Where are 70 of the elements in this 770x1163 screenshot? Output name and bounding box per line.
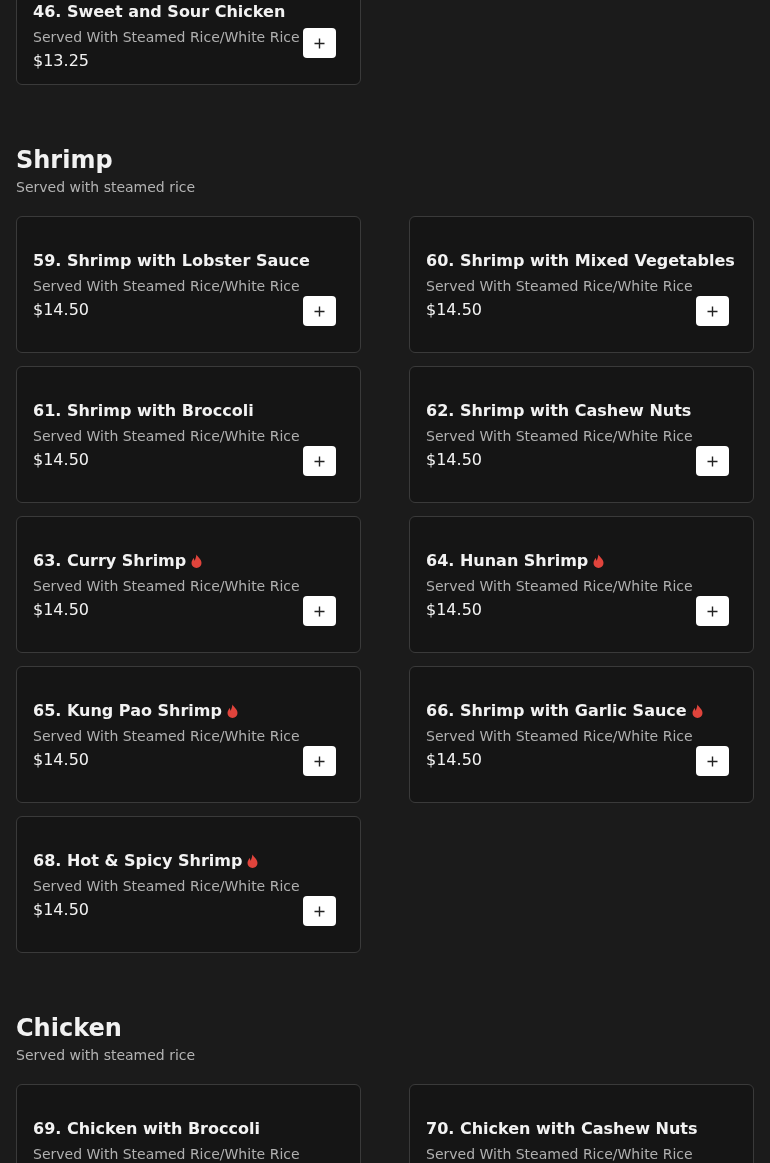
item-name: 60. Shrimp with Mixed Vegetables [426,251,735,271]
plus-icon [314,37,325,49]
section-title: Chicken [16,1013,123,1043]
add-button[interactable] [303,446,336,476]
item-description: Served With Steamed Rice/White Rice [426,1145,693,1163]
item-name: 64. Hunan Shrimp [426,551,589,571]
item-description: Served With Steamed Rice/White Rice [426,427,693,446]
plus-icon [707,305,718,317]
item-name: 63. Curry Shrimp [33,551,187,571]
add-button[interactable] [303,896,336,926]
add-button[interactable] [303,596,336,626]
plus-icon [707,755,718,767]
add-button[interactable] [696,446,729,476]
menu-item-card[interactable]: 63. Curry Shrimp Served With Steamed Rice/White Rice $14.50 [16,516,361,653]
menu-item-card[interactable]: 66. Shrimp with Garlic Sauce Served With Steamed Rice/White Rice $14.50 [409,666,754,803]
item-name: 68. Hot & Spicy Shrimp [33,851,243,871]
item-price: $14.50 [426,599,482,621]
item-name: 62. Shrimp with Cashew Nuts [426,401,692,421]
item-price: $14.50 [33,299,89,321]
item-description: Served With Steamed Rice/White Rice [426,277,693,296]
menu-item-card[interactable]: 64. Hunan Shrimp Served With Steamed Rice/White Rice $14.50 [409,516,754,653]
add-button[interactable] [303,28,336,58]
plus-icon [707,455,718,467]
item-price: $13.25 [33,50,89,72]
plus-icon [314,605,325,617]
item-description: Served With Steamed Rice/White Rice [33,877,300,896]
menu-item-card[interactable]: 68. Hot & Spicy Shrimp Served With Steamed Rice/White Rice $14.50 [16,816,361,953]
item-description: Served With Steamed Rice/White Rice [33,277,300,296]
menu-item-card[interactable]: 65. Kung Pao Shrimp Served With Steamed Rice/White Rice $14.50 [16,666,361,803]
item-description: Served With Steamed Rice/White Rice [426,727,693,746]
menu-item-card[interactable]: 61. Shrimp with Broccoli Served With Steamed Rice/White Rice $14.50 [16,366,361,503]
item-price: $14.50 [426,449,482,471]
item-name: 65. Kung Pao Shrimp [33,701,222,721]
item-price: $14.50 [33,899,89,921]
item-price: $14.50 [33,749,89,771]
menu-item-card[interactable]: 59. Shrimp with Lobster Sauce Served With Steamed Rice/White Rice $14.50 [16,216,361,353]
menu-item-card[interactable]: 46. Sweet and Sour Chicken Served With Steamed Rice/White Rice $13.25 [16,0,361,85]
item-description: Served With Steamed Rice/White Rice [33,1145,300,1163]
plus-icon [314,305,325,317]
item-description: Served With Steamed Rice/White Rice [33,727,300,746]
item-name: 61. Shrimp with Broccoli [33,401,254,421]
item-price: $14.50 [426,749,482,771]
plus-icon [314,755,325,767]
add-button[interactable] [303,296,336,326]
menu-item-card[interactable]: 70. Chicken with Cashew Nuts Served With Steamed Rice/White Rice [409,1084,754,1163]
plus-icon [707,605,718,617]
section-subtitle: Served with steamed rice [16,178,197,197]
menu-item-card[interactable]: 62. Shrimp with Cashew Nuts Served With Steamed Rice/White Rice $14.50 [409,366,754,503]
item-price: $14.50 [33,449,89,471]
item-price: $14.50 [426,299,482,321]
item-name: 70. Chicken with Cashew Nuts [426,1119,698,1139]
item-name: 66. Shrimp with Garlic Sauce [426,701,687,721]
add-button[interactable] [696,296,729,326]
section-title: Shrimp [16,145,114,175]
add-button[interactable] [696,596,729,626]
item-description: Served With Steamed Rice/White Rice [33,427,300,446]
item-name: 69. Chicken with Broccoli [33,1119,260,1139]
section-subtitle: Served with steamed rice [16,1046,197,1065]
item-name: 46. Sweet and Sour Chicken [33,2,286,22]
add-button[interactable] [696,746,729,776]
add-button[interactable] [303,746,336,776]
item-description: Served With Steamed Rice/White Rice [33,577,300,596]
menu-item-card[interactable]: 69. Chicken with Broccoli Served With Steamed Rice/White Rice [16,1084,361,1163]
item-description: Served With Steamed Rice/White Rice [426,577,693,596]
item-name: 59. Shrimp with Lobster Sauce [33,251,310,271]
plus-icon [314,905,325,917]
item-price: $14.50 [33,599,89,621]
item-description: Served With Steamed Rice/White Rice [33,28,300,47]
menu-item-card[interactable]: 60. Shrimp with Mixed Vegetables Served With Steamed Rice/White Rice $14.50 [409,216,754,353]
plus-icon [314,455,325,467]
